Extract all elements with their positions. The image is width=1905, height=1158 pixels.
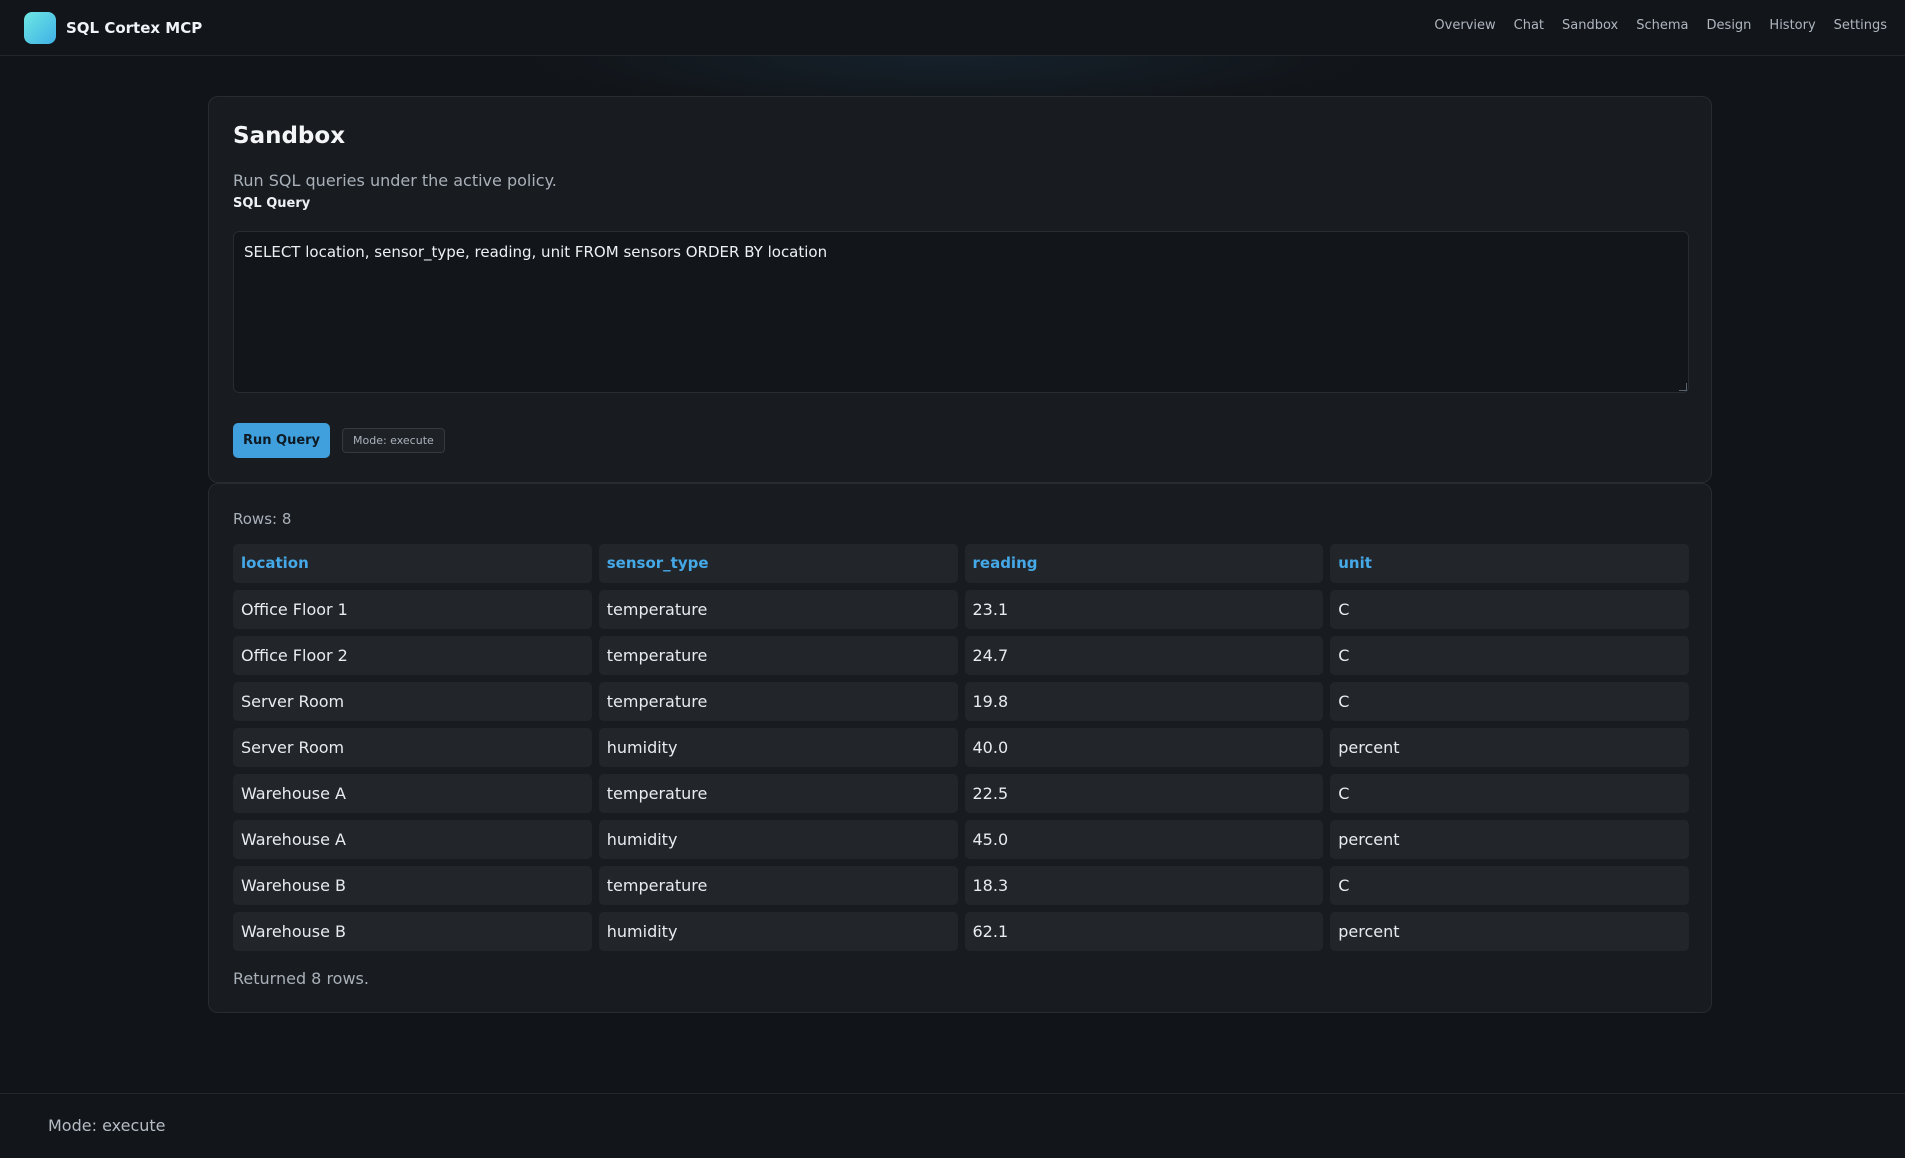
- results-table: location sensor_type reading unit Office…: [233, 544, 1689, 958]
- app-name: SQL Cortex MCP: [66, 19, 203, 37]
- nav-item-sandbox[interactable]: Sandbox: [1562, 18, 1618, 33]
- cell-location: Office Floor 1: [233, 590, 592, 629]
- nav-item-overview[interactable]: Overview: [1434, 18, 1495, 33]
- cell-unit: C: [1330, 636, 1689, 675]
- cell-location: Warehouse B: [233, 912, 592, 951]
- nav-item-history[interactable]: History: [1769, 18, 1815, 33]
- cell-unit: C: [1330, 866, 1689, 905]
- cell-sensor-type: temperature: [598, 590, 958, 629]
- textarea-resize-handle-icon[interactable]: [1679, 383, 1687, 391]
- mode-badge: Mode: execute: [342, 428, 445, 453]
- column-header-location[interactable]: location: [233, 544, 592, 583]
- cell-location: Warehouse A: [233, 820, 592, 859]
- main-nav: Overview Chat Sandbox Schema Design Hist…: [1434, 18, 1887, 33]
- cell-reading: 22.5: [964, 774, 1324, 813]
- cell-reading: 40.0: [964, 728, 1324, 767]
- table-row: Warehouse B humidity 62.1 percent: [233, 912, 1689, 951]
- cell-sensor-type: humidity: [598, 820, 958, 859]
- cell-reading: 19.8: [964, 682, 1324, 721]
- footer-mode-status: Mode: execute: [48, 1116, 166, 1135]
- footer-bar: Mode: execute: [0, 1093, 1905, 1158]
- table-row: Server Room humidity 40.0 percent: [233, 728, 1689, 767]
- cell-reading: 62.1: [964, 912, 1324, 951]
- rows-count: Rows: 8: [233, 510, 292, 528]
- page-subtitle: Run SQL queries under the active policy.: [233, 171, 557, 190]
- cell-unit: C: [1330, 774, 1689, 813]
- nav-item-chat[interactable]: Chat: [1514, 18, 1544, 33]
- cell-location: Server Room: [233, 682, 592, 721]
- cell-location: Server Room: [233, 728, 592, 767]
- table-row: Office Floor 2 temperature 24.7 C: [233, 636, 1689, 675]
- table-row: Warehouse B temperature 18.3 C: [233, 866, 1689, 905]
- table-row: Warehouse A humidity 45.0 percent: [233, 820, 1689, 859]
- cell-sensor-type: temperature: [598, 636, 958, 675]
- cell-sensor-type: humidity: [598, 728, 958, 767]
- cell-unit: percent: [1330, 728, 1689, 767]
- cell-sensor-type: humidity: [598, 912, 958, 951]
- cell-sensor-type: temperature: [598, 866, 958, 905]
- query-panel: Sandbox Run SQL queries under the active…: [208, 96, 1712, 483]
- cell-unit: C: [1330, 682, 1689, 721]
- cell-reading: 24.7: [964, 636, 1324, 675]
- cell-reading: 45.0: [964, 820, 1324, 859]
- nav-item-schema[interactable]: Schema: [1636, 18, 1688, 33]
- cell-unit: percent: [1330, 820, 1689, 859]
- column-header-sensor-type[interactable]: sensor_type: [598, 544, 958, 583]
- cell-unit: percent: [1330, 912, 1689, 951]
- cell-reading: 18.3: [964, 866, 1324, 905]
- cell-location: Office Floor 2: [233, 636, 592, 675]
- brand[interactable]: SQL Cortex MCP: [24, 12, 202, 44]
- sql-query-label: SQL Query: [233, 196, 311, 211]
- table-row: Office Floor 1 temperature 23.1 C: [233, 590, 1689, 629]
- cell-unit: C: [1330, 590, 1689, 629]
- app-logo-icon: [24, 12, 56, 44]
- column-header-unit[interactable]: unit: [1330, 544, 1689, 583]
- table-header-row: location sensor_type reading unit: [233, 544, 1689, 583]
- nav-item-design[interactable]: Design: [1707, 18, 1752, 33]
- cell-location: Warehouse B: [233, 866, 592, 905]
- column-header-reading[interactable]: reading: [964, 544, 1324, 583]
- cell-reading: 23.1: [964, 590, 1324, 629]
- run-query-button[interactable]: Run Query: [233, 423, 330, 458]
- nav-item-settings[interactable]: Settings: [1834, 18, 1887, 33]
- top-navbar: SQL Cortex MCP Overview Chat Sandbox Sch…: [0, 0, 1905, 56]
- table-row: Warehouse A temperature 22.5 C: [233, 774, 1689, 813]
- returned-rows-message: Returned 8 rows.: [233, 969, 369, 988]
- cell-sensor-type: temperature: [598, 682, 958, 721]
- table-row: Server Room temperature 19.8 C: [233, 682, 1689, 721]
- results-panel: Rows: 8 location sensor_type reading uni…: [208, 483, 1712, 1013]
- cell-sensor-type: temperature: [598, 774, 958, 813]
- cell-location: Warehouse A: [233, 774, 592, 813]
- page-title: Sandbox: [233, 123, 346, 149]
- sql-query-input[interactable]: SELECT location, sensor_type, reading, u…: [233, 231, 1689, 393]
